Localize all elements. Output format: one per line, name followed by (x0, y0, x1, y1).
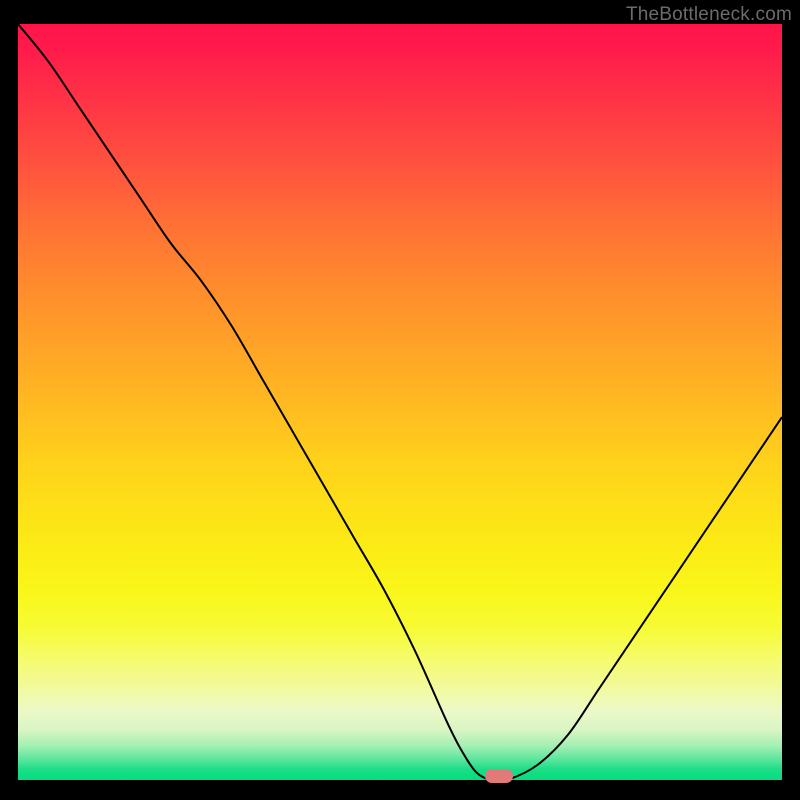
optimal-marker (485, 769, 513, 783)
watermark-text: TheBottleneck.com (626, 4, 792, 26)
bottleneck-curve (18, 24, 782, 780)
plot-area (18, 24, 782, 780)
chart-frame: TheBottleneck.com (0, 0, 800, 800)
